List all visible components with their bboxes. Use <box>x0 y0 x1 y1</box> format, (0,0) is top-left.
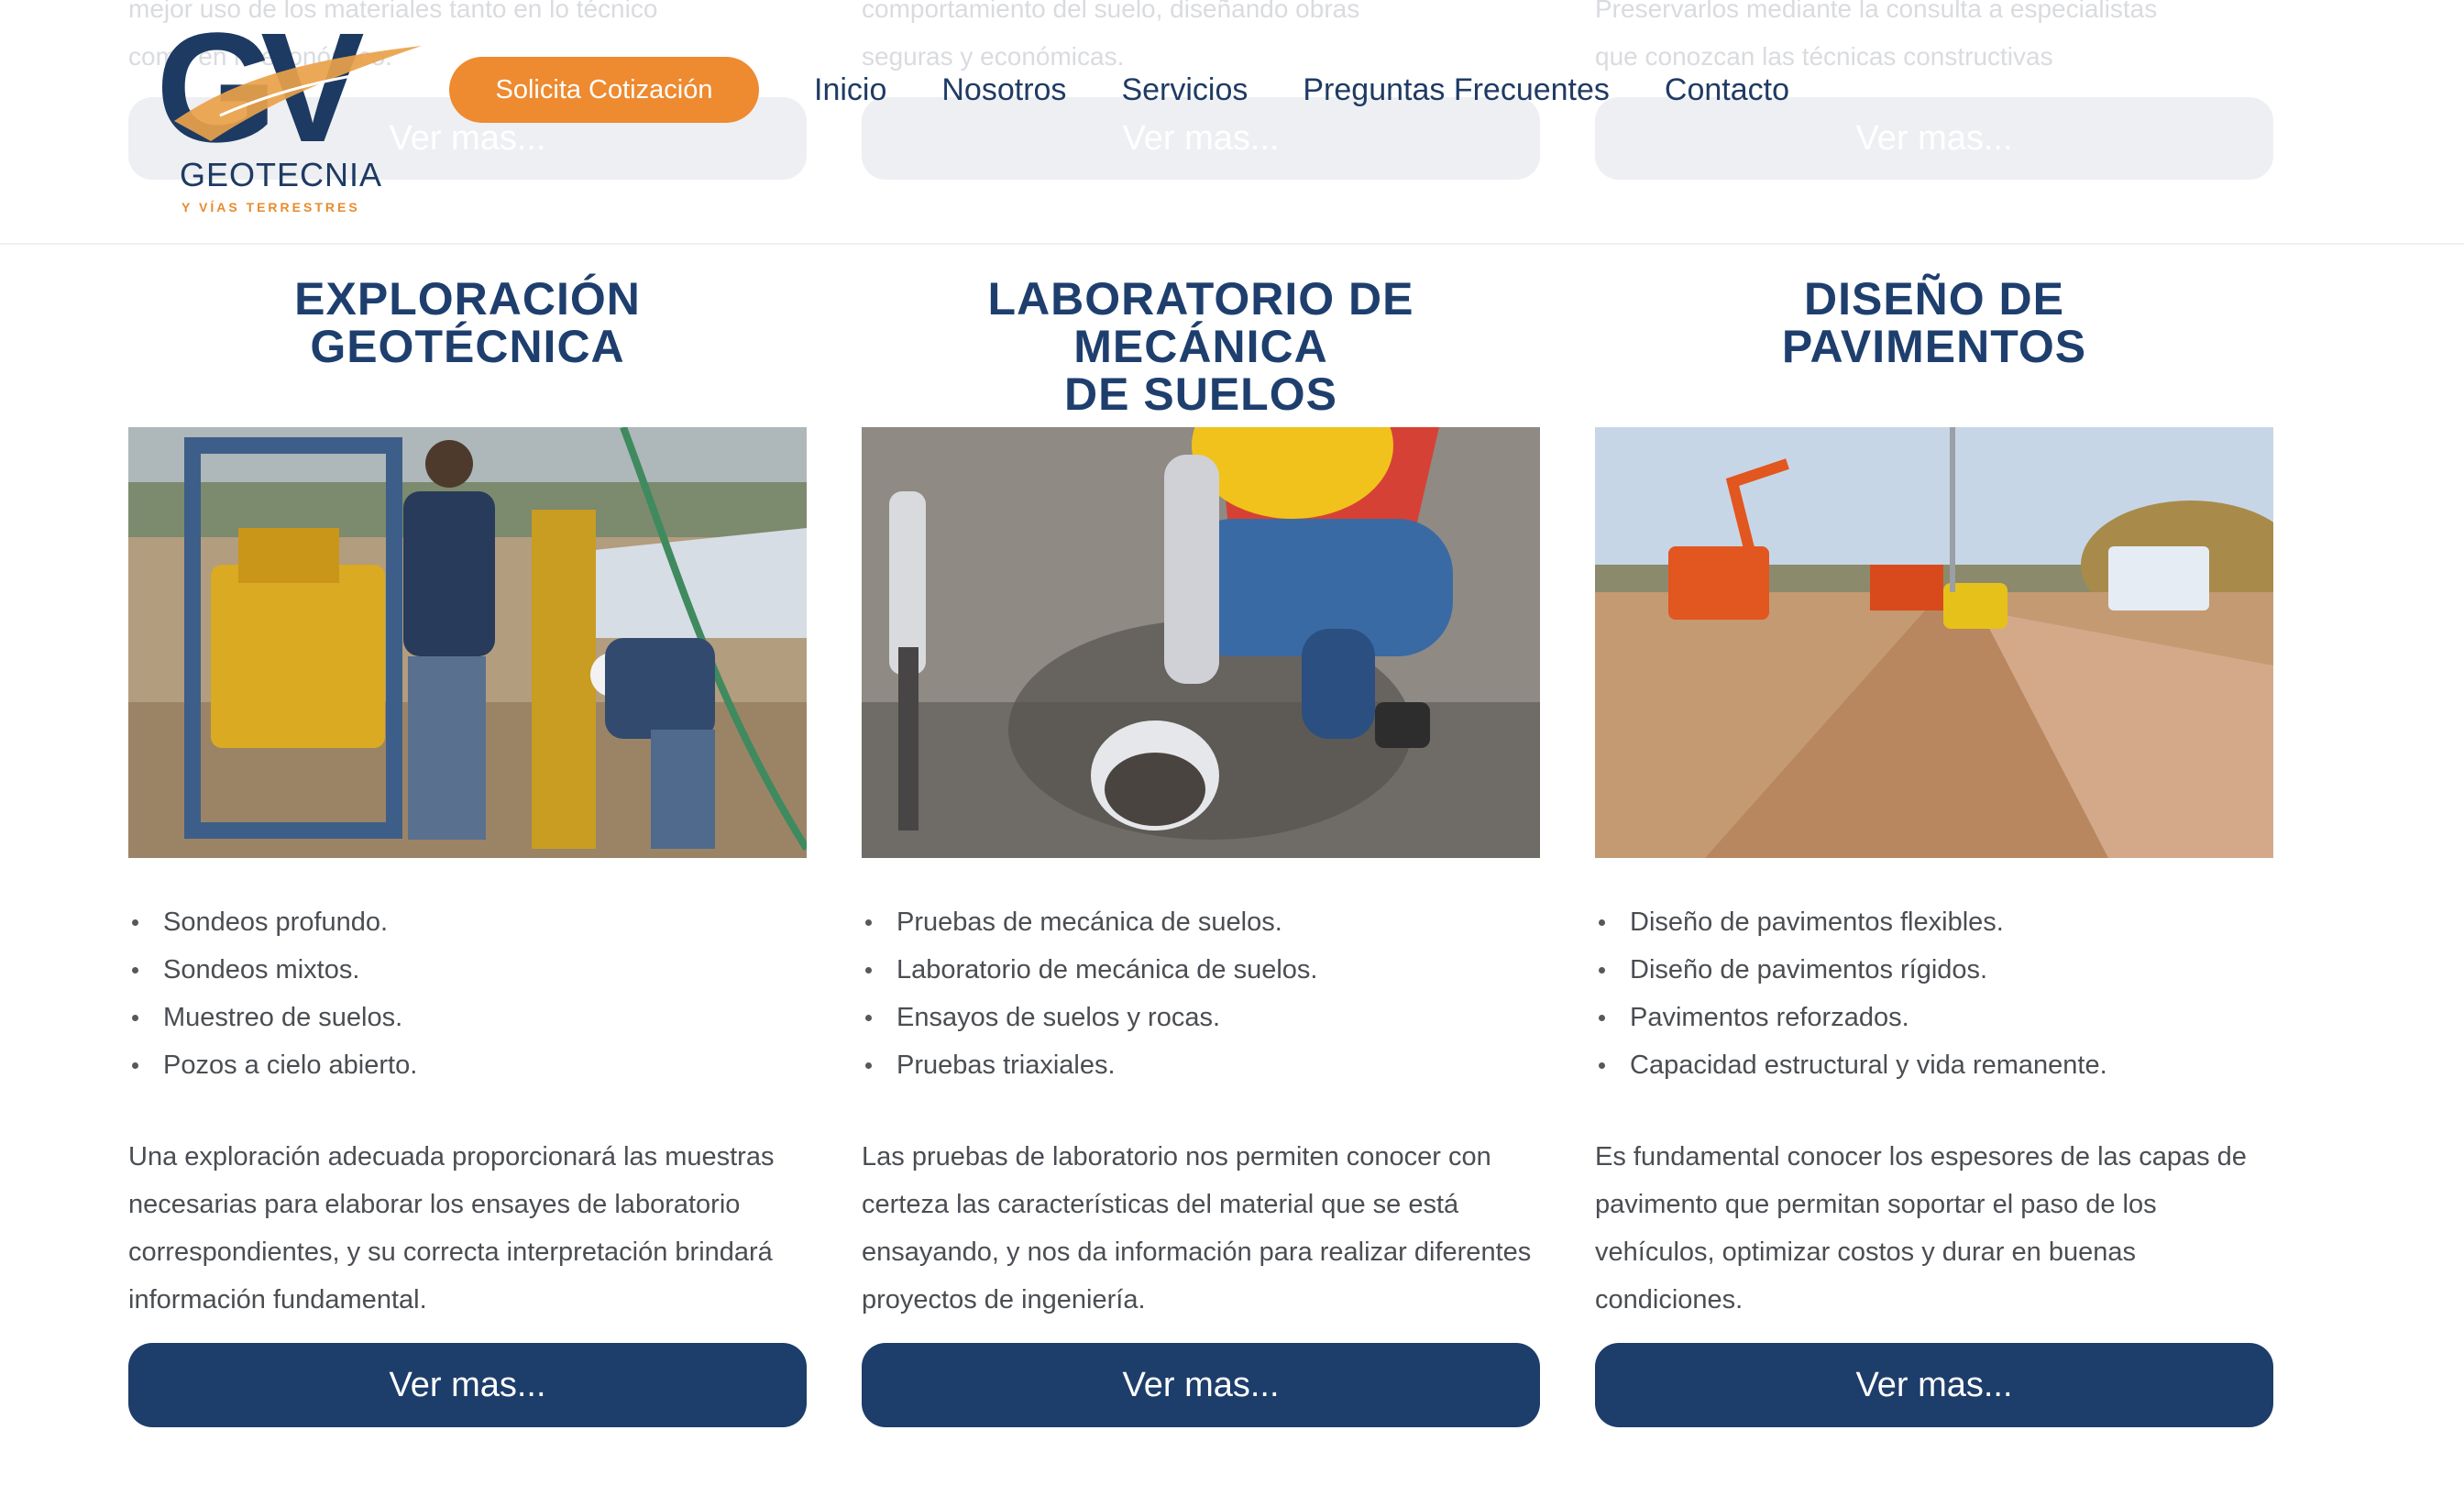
soil-sampling-photo <box>862 427 1540 858</box>
list-item: Muestreo de suelos. <box>132 994 805 1041</box>
service-title-line: GEOTÉCNICA <box>310 321 625 372</box>
request-quote-button[interactable]: Solicita Cotización <box>449 57 759 123</box>
service-card-pavimentos: DISEÑO DE PAVIMENTOS Diseño de pavimento… <box>1595 275 2273 1427</box>
service-title-line: DISEÑO DE <box>1803 273 2065 324</box>
list-item: Sondeos mixtos. <box>132 946 805 994</box>
service-description: Es fundamental conocer los espesores de … <box>1595 1142 2247 1314</box>
nav-item-preguntas-frecuentes[interactable]: Preguntas Frecuentes <box>1303 68 1610 112</box>
service-title-line: LABORATORIO DE MECÁNICA <box>987 273 1414 372</box>
ver-mas-button[interactable]: Ver mas... <box>1595 1343 2273 1427</box>
list-item: Capacidad estructural y vida remanente. <box>1599 1041 2272 1089</box>
nav-item-nosotros[interactable]: Nosotros <box>941 68 1066 112</box>
service-title: LABORATORIO DE MECÁNICA DE SUELOS <box>862 273 1540 418</box>
service-bullet-list: Pruebas de mecánica de suelos. Laborator… <box>862 898 1538 1089</box>
list-item: Ensayos de suelos y rocas. <box>865 994 1538 1041</box>
service-card-exploracion: EXPLORACIÓN GEOTÉCNICA Sondeos profundo.… <box>128 275 807 1427</box>
list-item: Diseño de pavimentos flexibles. <box>1599 898 2272 946</box>
list-item: Laboratorio de mecánica de suelos. <box>865 946 1538 994</box>
logo-tagline: Y VÍAS TERRESTRES <box>182 200 360 214</box>
service-card-laboratorio: LABORATORIO DE MECÁNICA DE SUELOS Prueba… <box>862 273 1540 1427</box>
service-title: EXPLORACIÓN GEOTÉCNICA <box>128 275 807 381</box>
list-item: Pruebas triaxiales. <box>865 1041 1538 1089</box>
list-item: Pruebas de mecánica de suelos. <box>865 898 1538 946</box>
road-construction-photo <box>1595 427 2273 858</box>
ver-mas-button[interactable]: Ver mas... <box>128 1343 807 1427</box>
service-bullet-list: Diseño de pavimentos flexibles. Diseño d… <box>1595 898 2272 1089</box>
drilling-photo <box>128 427 807 858</box>
list-item: Diseño de pavimentos rígidos. <box>1599 946 2272 994</box>
logo-name: GEOTECNIA <box>180 156 383 193</box>
nav-item-inicio[interactable]: Inicio <box>814 68 886 112</box>
list-item: Pozos a cielo abierto. <box>132 1041 805 1089</box>
main-nav: Inicio Nosotros Servicios Preguntas Frec… <box>814 68 1789 112</box>
service-title: DISEÑO DE PAVIMENTOS <box>1595 275 2273 381</box>
list-item: Sondeos profundo. <box>132 898 805 946</box>
service-bullet-list: Sondeos profundo. Sondeos mixtos. Muestr… <box>128 898 805 1089</box>
nav-item-contacto[interactable]: Contacto <box>1665 68 1789 112</box>
list-item: Pavimentos reforzados. <box>1599 994 2272 1041</box>
gv-logo-mark-icon: GV <box>156 1 422 175</box>
service-title-line: DE SUELOS <box>1064 368 1337 420</box>
service-description: Una exploración adecuada proporcionará l… <box>128 1142 775 1314</box>
service-title-line: PAVIMENTOS <box>1781 321 2087 372</box>
service-description: Las pruebas de laboratorio nos permiten … <box>862 1142 1532 1314</box>
service-title-line: EXPLORACIÓN <box>294 273 641 324</box>
ver-mas-button[interactable]: Ver mas... <box>862 1343 1540 1427</box>
nav-item-servicios[interactable]: Servicios <box>1121 68 1248 112</box>
